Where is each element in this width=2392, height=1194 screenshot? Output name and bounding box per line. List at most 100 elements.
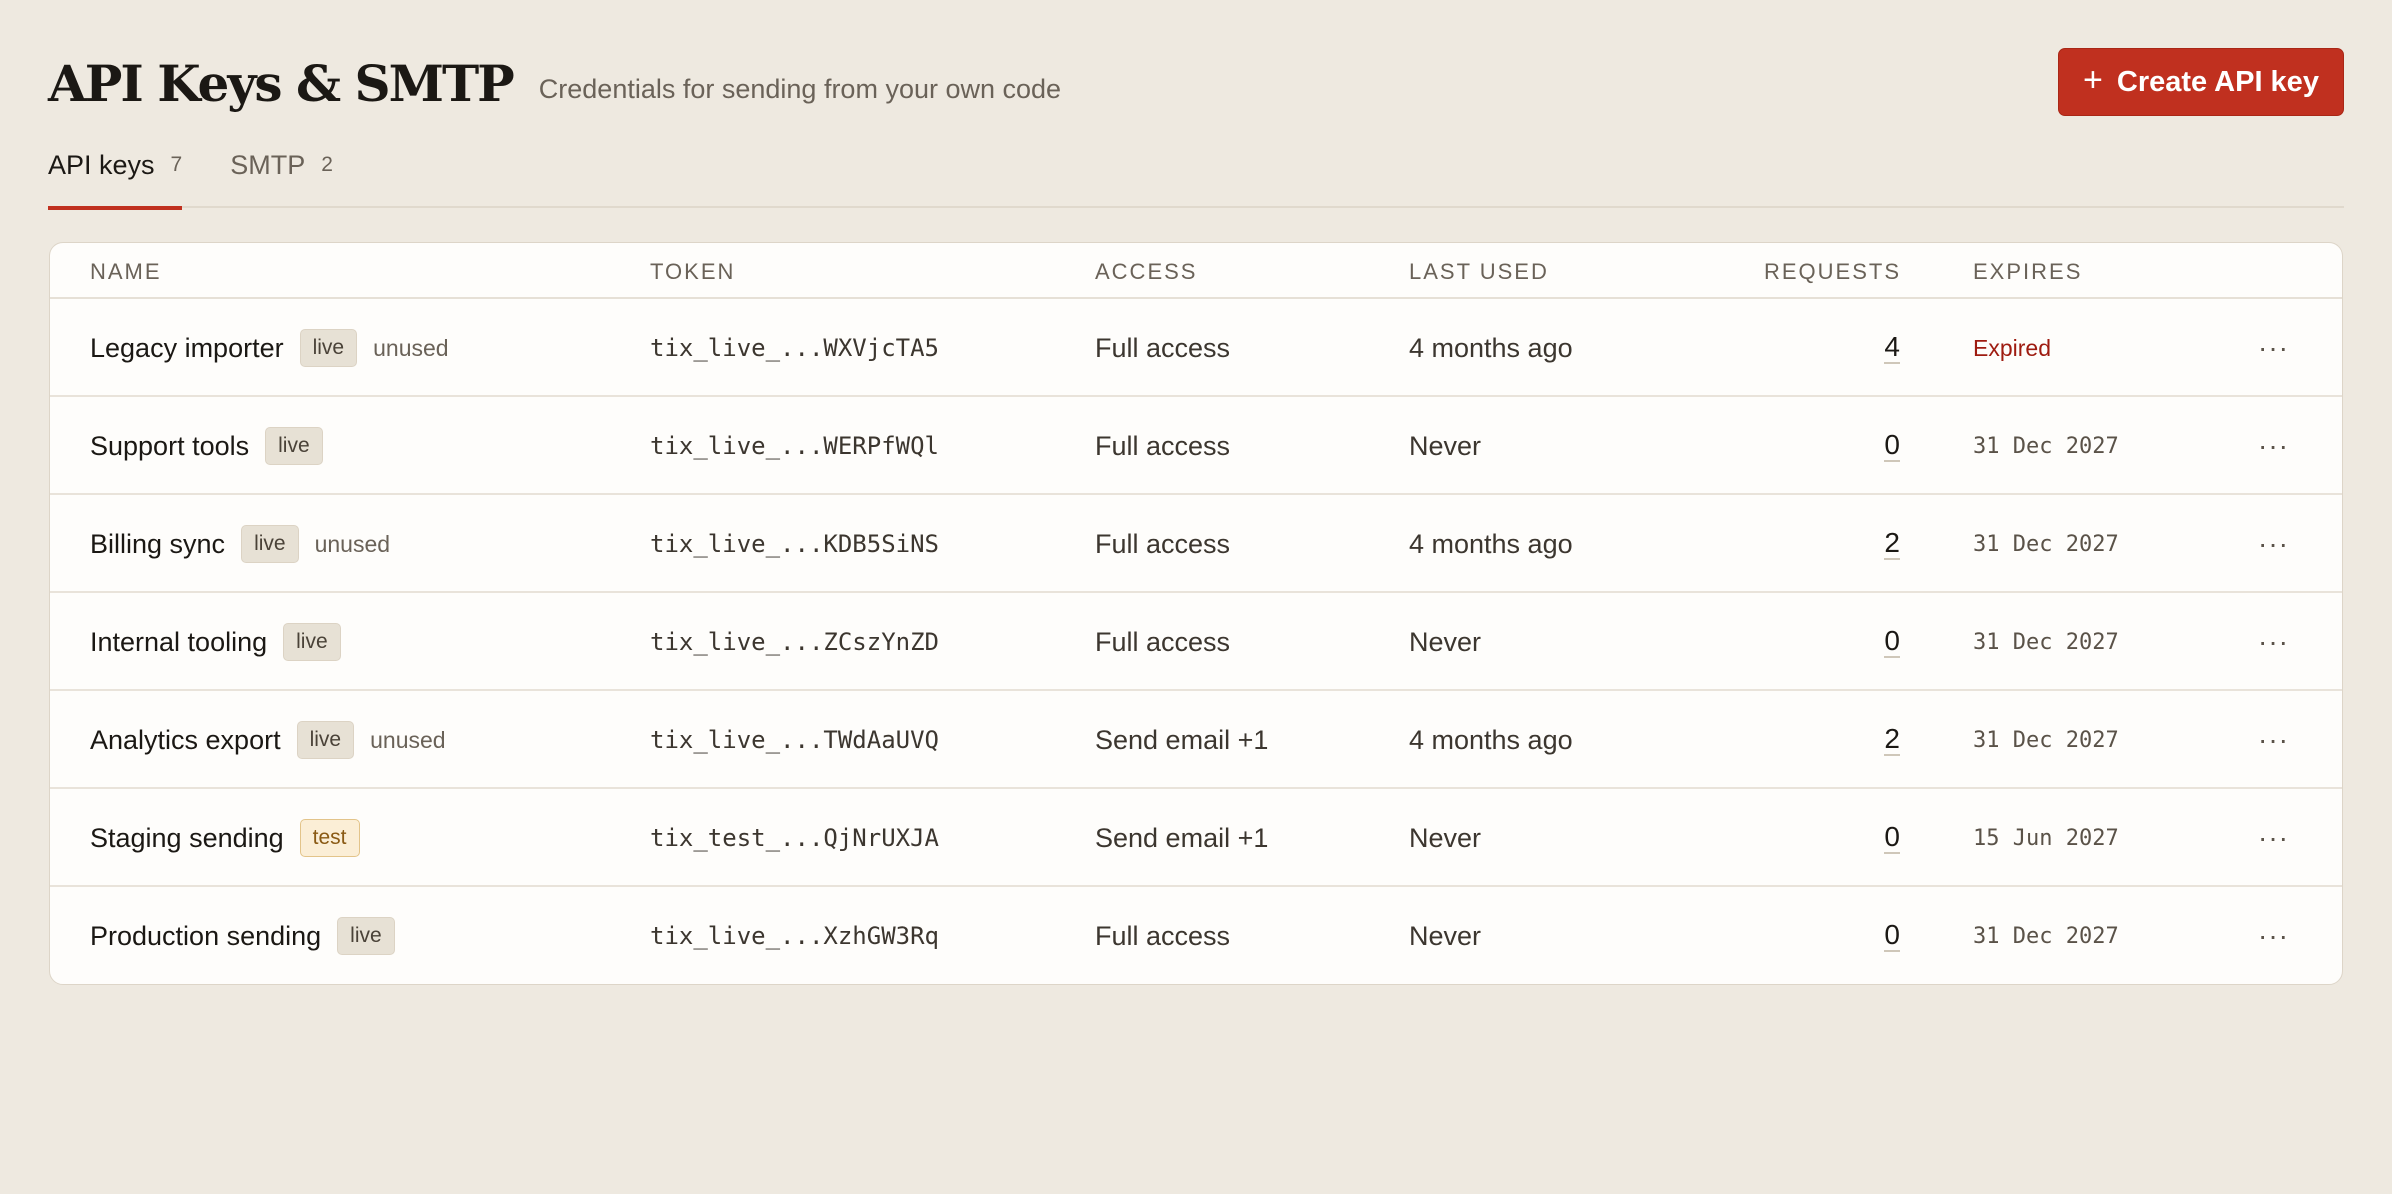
expires-value: 31 Dec 2027 <box>1973 727 2119 753</box>
plus-icon: + <box>2083 61 2103 99</box>
create-api-key-button[interactable]: + Create API key <box>2058 48 2344 116</box>
expires-value: 31 Dec 2027 <box>1973 923 2119 949</box>
key-name[interactable]: Analytics export <box>90 725 281 756</box>
last-used-value: Never <box>1409 920 1482 951</box>
last-used-value: Never <box>1409 626 1482 657</box>
last-used-cell: Never <box>1409 887 1482 984</box>
table-body: Legacy importer live unused tix_live_...… <box>50 299 2342 984</box>
requests-count[interactable]: 0 <box>1884 920 1900 952</box>
requests-cell: 0 <box>1884 397 1900 495</box>
access-value: Send email +1 <box>1095 822 1269 853</box>
access-value: Full access <box>1095 626 1231 657</box>
expires-value: Expired <box>1973 334 2051 361</box>
column-header-name: NAME <box>90 259 162 284</box>
token-value: tix_live_...TWdAaUVQ <box>650 726 939 754</box>
access-cell: Send email +1 <box>1095 789 1268 887</box>
column-header-token: TOKEN <box>650 259 736 284</box>
column-header-access: ACCESS <box>1095 259 1198 284</box>
last-used-value: 4 months ago <box>1409 332 1573 363</box>
expires-value: 31 Dec 2027 <box>1973 531 2119 557</box>
token-value: tix_test_...QjNrUXJA <box>650 824 939 852</box>
tab-smtp[interactable]: SMTP 2 <box>230 140 333 208</box>
access-value: Full access <box>1095 430 1231 461</box>
more-options-icon[interactable]: ··· <box>2258 724 2289 756</box>
row-actions-cell: ··· <box>2258 789 2289 887</box>
more-options-icon[interactable]: ··· <box>2258 822 2289 854</box>
key-name[interactable]: Production sending <box>90 921 321 952</box>
key-name[interactable]: Legacy importer <box>90 333 284 364</box>
key-name-cell: Support tools live <box>90 397 323 495</box>
requests-cell: 0 <box>1884 789 1900 887</box>
row-actions-cell: ··· <box>2258 495 2289 593</box>
access-value: Full access <box>1095 528 1231 559</box>
last-used-value: 4 months ago <box>1409 528 1573 559</box>
tab-count: 7 <box>170 153 183 176</box>
token-value: tix_live_...WERPfWQl <box>650 432 939 460</box>
access-cell: Full access <box>1095 495 1230 593</box>
page-subtitle: Credentials for sending from your own co… <box>538 73 1062 104</box>
environment-badge: live <box>337 917 395 955</box>
table-row[interactable]: Billing sync live unused tix_live_...KDB… <box>50 495 2342 593</box>
requests-cell: 4 <box>1884 299 1900 397</box>
create-api-key-label: Create API key <box>2116 65 2319 98</box>
access-cell: Full access <box>1095 593 1230 691</box>
unused-label: unused <box>314 530 391 557</box>
key-name[interactable]: Support tools <box>90 431 249 462</box>
token-cell: tix_live_...TWdAaUVQ <box>650 691 939 789</box>
key-name-cell: Analytics export live unused <box>90 691 446 789</box>
key-name[interactable]: Internal tooling <box>90 627 267 658</box>
access-cell: Full access <box>1095 887 1230 984</box>
key-name[interactable]: Staging sending <box>90 823 284 854</box>
requests-cell: 0 <box>1884 593 1900 691</box>
table-row[interactable]: Staging sending test tix_test_...QjNrUXJ… <box>50 789 2342 887</box>
expires-cell: 31 Dec 2027 <box>1973 495 2119 593</box>
page-title: API Keys & SMTP <box>48 53 515 113</box>
expires-cell: 31 Dec 2027 <box>1973 593 2119 691</box>
expires-cell: Expired <box>1973 299 2051 397</box>
last-used-cell: Never <box>1409 789 1481 887</box>
key-name[interactable]: Billing sync <box>90 529 225 560</box>
table-row[interactable]: Support tools live tix_live_...WERPfWQl … <box>50 397 2342 495</box>
tab-label: API keys <box>48 150 155 180</box>
token-value: tix_live_...XzhGW3Rq <box>650 922 939 950</box>
row-actions-cell: ··· <box>2258 593 2289 691</box>
row-actions-cell: ··· <box>2258 397 2289 495</box>
requests-count[interactable]: 2 <box>1884 724 1900 756</box>
requests-count[interactable]: 0 <box>1884 626 1900 658</box>
table-row[interactable]: Production sending live tix_live_...XzhG… <box>50 887 2342 984</box>
more-options-icon[interactable]: ··· <box>2258 626 2289 658</box>
environment-badge: live <box>296 721 355 759</box>
last-used-cell: Never <box>1409 397 1481 495</box>
requests-cell: 2 <box>1884 495 1900 593</box>
api-keys-table: NAME TOKEN ACCESS LAST USED REQUESTS EXP… <box>49 242 2343 985</box>
last-used-value: Never <box>1409 822 1482 853</box>
more-options-icon[interactable]: ··· <box>2258 332 2289 364</box>
access-value: Full access <box>1095 332 1231 363</box>
token-value: tix_live_...KDB5SiNS <box>650 530 939 558</box>
requests-count[interactable]: 0 <box>1884 430 1900 462</box>
access-cell: Full access <box>1095 299 1230 397</box>
access-cell: Full access <box>1095 397 1230 495</box>
last-used-cell: Never <box>1409 593 1481 691</box>
table-row[interactable]: Legacy importer live unused tix_live_...… <box>50 299 2342 397</box>
last-used-cell: 4 months ago <box>1409 691 1573 789</box>
expires-value: 31 Dec 2027 <box>1973 433 2119 459</box>
more-options-icon[interactable]: ··· <box>2258 430 2289 462</box>
requests-count[interactable]: 0 <box>1884 822 1900 854</box>
requests-count[interactable]: 2 <box>1884 528 1900 560</box>
requests-count[interactable]: 4 <box>1884 332 1900 364</box>
key-name-cell: Legacy importer live unused <box>90 299 449 397</box>
last-used-value: 4 months ago <box>1409 724 1573 755</box>
more-options-icon[interactable]: ··· <box>2258 528 2289 560</box>
table-row[interactable]: Analytics export live unused tix_live_..… <box>50 691 2342 789</box>
more-options-icon[interactable]: ··· <box>2258 920 2289 952</box>
token-value: tix_live_...WXVjcTA5 <box>650 334 939 362</box>
column-header-requests: REQUESTS <box>1764 259 1902 284</box>
token-cell: tix_test_...QjNrUXJA <box>650 789 939 887</box>
tab-count: 2 <box>321 153 333 176</box>
unused-label: unused <box>373 334 449 361</box>
tab-api-keys[interactable]: API keys 7 <box>48 140 183 210</box>
table-row[interactable]: Internal tooling live tix_live_...ZCszYn… <box>50 593 2342 691</box>
token-cell: tix_live_...XzhGW3Rq <box>650 887 939 984</box>
last-used-cell: 4 months ago <box>1409 495 1573 593</box>
